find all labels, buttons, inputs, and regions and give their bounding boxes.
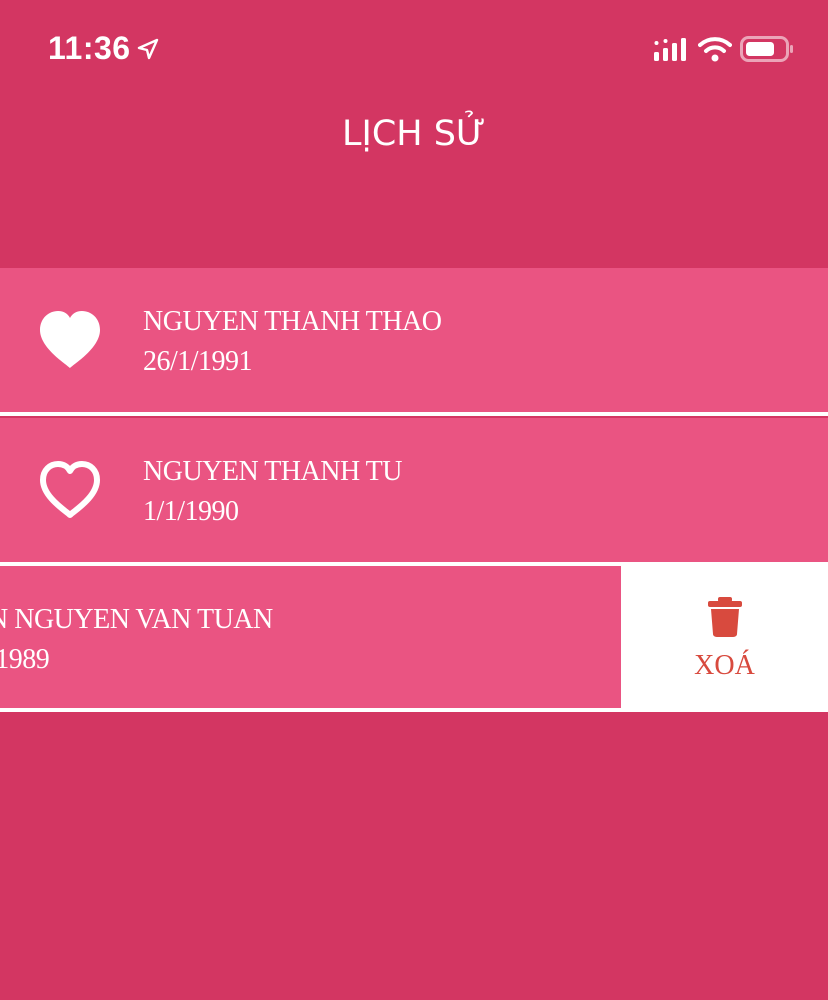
history-list-item[interactable]: NGUYEN THANH THAO 26/1/1991 [0, 268, 828, 412]
history-item-name: NGUYEN THANH THAO [143, 306, 442, 337]
heart-outline-icon[interactable] [38, 460, 102, 520]
history-item-dob: /1989 [0, 644, 50, 675]
trash-icon [708, 597, 742, 637]
status-time: 11:36 [48, 30, 131, 66]
history-item-name: N NGUYEN VAN TUAN [0, 604, 273, 635]
location-arrow-icon [137, 38, 159, 60]
history-list-item-swiped[interactable]: N NGUYEN VAN TUAN /1989 [0, 566, 621, 710]
delete-button[interactable]: XOÁ [621, 564, 828, 712]
delete-label: XOÁ [694, 650, 755, 681]
battery-icon [740, 36, 793, 62]
history-item-dob: 26/1/1991 [143, 346, 253, 377]
history-item-dob: 1/1/1990 [143, 496, 239, 527]
divider [0, 708, 621, 712]
heart-filled-icon[interactable] [38, 310, 102, 370]
history-list-item[interactable]: NGUYEN THANH TU 1/1/1990 [0, 418, 828, 562]
status-bar: 11:36 [0, 0, 828, 100]
history-item-name: NGUYEN THANH TU [143, 456, 403, 487]
page-title: LỊCH SỬ [342, 114, 486, 154]
wifi-icon [698, 37, 732, 62]
cellular-signal-icon [654, 38, 686, 61]
divider [0, 412, 828, 416]
